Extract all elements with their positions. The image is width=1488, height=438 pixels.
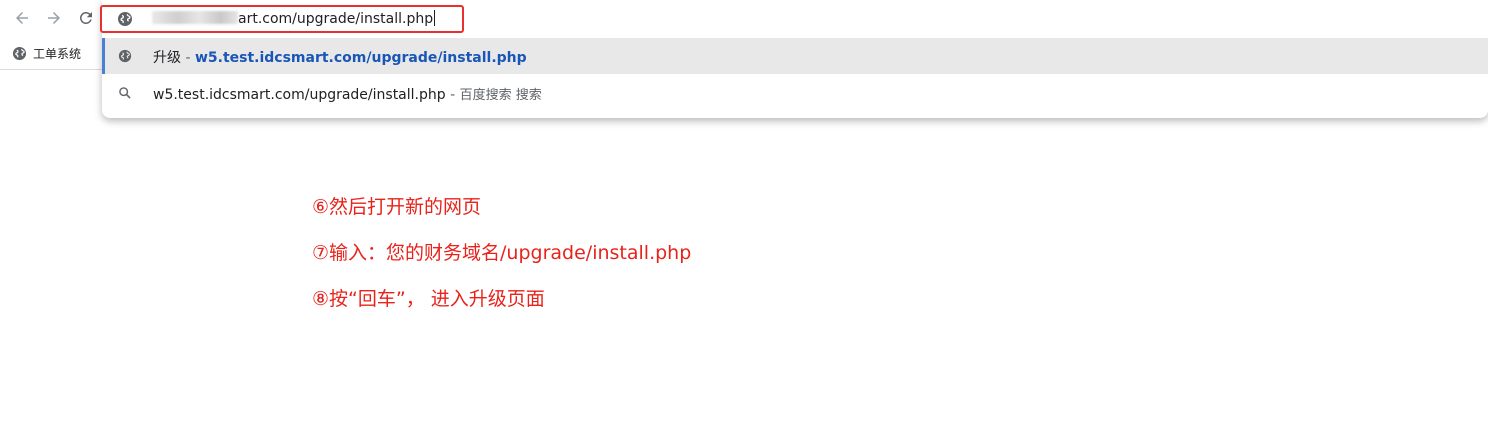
address-value: art.com/upgrade/install.php xyxy=(238,11,434,27)
suggestion-query: w5.test.idcsmart.com/upgrade/install.php xyxy=(153,87,446,103)
redacted-domain xyxy=(152,11,238,24)
bookmark-label: 工单系统 xyxy=(33,46,82,61)
suggestion-title: 升级 xyxy=(153,50,181,66)
suggestion-item-upgrade[interactable]: 升级 - w5.test.idcsmart.com/upgrade/instal… xyxy=(102,38,1488,74)
back-button[interactable] xyxy=(10,6,34,30)
suggestion-engine: 百度搜索 搜索 xyxy=(459,88,542,103)
reload-icon xyxy=(79,11,92,24)
arrow-right-icon xyxy=(48,12,60,24)
globe-icon xyxy=(118,49,132,63)
instruction-step-7: ⑦输入：您的财务域名/upgrade/install.php xyxy=(312,242,692,264)
search-icon xyxy=(119,87,131,99)
instruction-annotations: ⑥然后打开新的网页 ⑦输入：您的财务域名/upgrade/install.php… xyxy=(312,192,691,330)
arrow-left-icon xyxy=(16,12,28,24)
suggestion-separator: - xyxy=(181,50,195,66)
suggestion-separator: - xyxy=(445,87,460,103)
globe-icon xyxy=(12,46,27,60)
instruction-step-6: ⑥然后打开新的网页 xyxy=(312,196,482,218)
suggestion-url: w5.test.idcsmart.com/upgrade/install.php xyxy=(194,50,527,66)
reload-button[interactable] xyxy=(74,6,98,30)
suggestion-item-search[interactable]: w5.test.idcsmart.com/upgrade/install.php… xyxy=(102,75,1488,111)
address-bar-text: art.com/upgrade/install.php xyxy=(152,10,436,27)
text-caret xyxy=(434,10,436,26)
globe-icon xyxy=(118,12,132,26)
bookmark-item-ticket-system[interactable]: 工单系统 xyxy=(12,43,81,63)
forward-button[interactable] xyxy=(42,6,66,30)
instruction-step-8: ⑧按“回车”， 进入升级页面 xyxy=(312,288,545,310)
